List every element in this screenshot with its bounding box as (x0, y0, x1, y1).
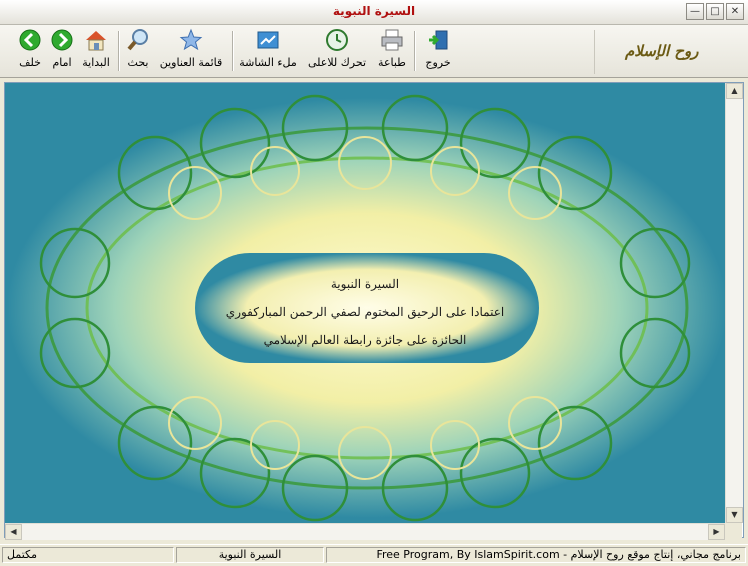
exit-button[interactable]: خروج (420, 28, 456, 74)
toolbar-separator (414, 31, 416, 71)
content-title: السيرة النبوية (330, 277, 400, 291)
search-label: بحث (127, 56, 149, 69)
home-button[interactable]: البداية (78, 28, 114, 74)
status-credits: Free Program, By IslamSpirit.com - برنام… (326, 547, 746, 563)
app-logo: روح الإسلام (594, 30, 747, 74)
forward-arrow-icon (50, 28, 74, 52)
toc-label: قائمة العناوين (159, 56, 223, 69)
toolbar-separator (118, 31, 120, 71)
search-button[interactable]: بحث (122, 28, 154, 74)
fullscreen-button[interactable]: ملء الشاشة (236, 28, 300, 74)
printer-icon (380, 28, 404, 52)
fullscreen-label: ملء الشاشة (239, 56, 297, 69)
back-button[interactable]: خلف (14, 28, 46, 74)
window-title: السيرة النبوية (332, 4, 416, 18)
minimize-button[interactable]: — (686, 3, 704, 20)
home-icon (84, 28, 108, 52)
exit-door-icon (426, 28, 450, 52)
logo-text: روح الإسلام (625, 42, 699, 60)
scroll-down-button[interactable]: ▼ (726, 507, 743, 523)
fullscreen-icon (256, 28, 280, 52)
close-button[interactable]: ✕ (726, 3, 744, 20)
top-label: تحرك للاعلى (307, 56, 367, 69)
exit-label: خروج (425, 56, 451, 69)
forward-button[interactable]: امام (46, 28, 78, 74)
ornament-artwork (5, 83, 725, 523)
content-subtitle: اعتمادا على الرحيق المختوم لصفي الرحمن ا… (225, 305, 505, 319)
status-state: مكتمل (2, 547, 174, 563)
status-page: السيرة النبوية (176, 547, 324, 563)
clock-icon (325, 28, 349, 52)
forward-label: امام (52, 56, 72, 69)
status-bar: مكتمل السيرة النبوية Free Program, By Is… (0, 544, 748, 566)
toolbar: خلف امام البداية بحث قائمة العناوين ملء … (0, 25, 748, 78)
window-controls: — □ ✕ (686, 3, 744, 20)
print-button[interactable]: طباعة (374, 28, 410, 74)
vertical-scrollbar[interactable]: ▲ ▼ (725, 83, 743, 523)
toc-button[interactable]: قائمة العناوين (158, 28, 224, 74)
top-button[interactable]: تحرك للاعلى (304, 28, 370, 74)
print-label: طباعة (378, 56, 406, 69)
scroll-left-button[interactable]: ◀ (5, 524, 22, 540)
scroll-up-button[interactable]: ▲ (726, 83, 743, 99)
back-arrow-icon (18, 28, 42, 52)
toolbar-separator (232, 31, 234, 71)
scrollbar-corner (725, 523, 742, 539)
back-label: خلف (19, 56, 41, 69)
content-view: السيرة النبوية اعتمادا على الرحيق المختو… (5, 83, 725, 523)
home-label: البداية (82, 56, 110, 69)
horizontal-scrollbar[interactable]: ◀ ▶ (5, 523, 725, 540)
content-award: الحائزة على جائزة رابطة العالم الإسلامي (263, 333, 467, 347)
maximize-button[interactable]: □ (706, 3, 724, 20)
title-bar: السيرة النبوية — □ ✕ (0, 0, 748, 25)
search-icon (126, 28, 150, 52)
star-icon (179, 28, 203, 52)
scroll-right-button[interactable]: ▶ (708, 524, 725, 540)
